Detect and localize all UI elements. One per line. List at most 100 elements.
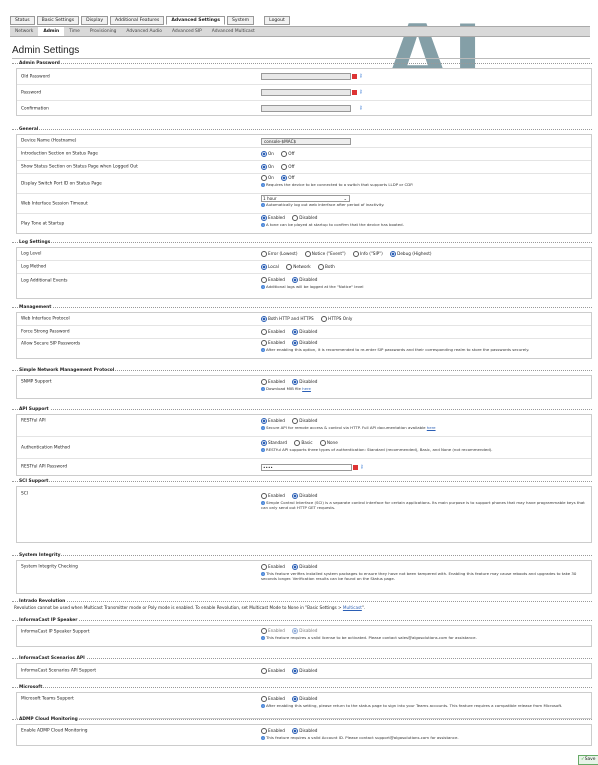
confirmation-input[interactable] — [261, 105, 351, 112]
ic-scenarios-enabled-radio[interactable]: Enabled — [261, 668, 285, 674]
secure-sip-note: i After enabling this option, it is recom… — [261, 347, 530, 353]
password-input[interactable] — [261, 89, 351, 96]
confirmation-label: Confirmation — [21, 106, 49, 111]
ic-speaker-row: InformaCast IP Speaker Support Enabled D… — [17, 626, 591, 646]
subtab-provisioning[interactable]: Provisioning — [85, 27, 122, 36]
intro-on-radio[interactable]: On — [261, 151, 274, 157]
key-icon[interactable]: ⚷ — [360, 465, 365, 470]
tab-logout[interactable]: Logout — [264, 16, 290, 25]
restful-enabled-radio[interactable]: Enabled — [261, 418, 285, 424]
auth-none-radio[interactable]: None — [319, 440, 338, 446]
tab-basic-settings[interactable]: Basic Settings — [36, 16, 80, 25]
auth-standard-radio[interactable]: Standard — [261, 440, 287, 446]
secure-sip-disabled-radio[interactable]: Disabled — [292, 340, 317, 346]
key-icon[interactable]: ⚷ — [359, 90, 364, 95]
tab-display[interactable]: Display — [81, 16, 109, 25]
title-divider — [12, 58, 590, 59]
tab-advanced-settings[interactable]: Advanced Settings — [166, 16, 225, 25]
api-docs-link[interactable]: here — [427, 425, 436, 430]
ic-speaker-disabled-radio[interactable]: Disabled — [292, 628, 317, 634]
key-icon[interactable]: ⚷ — [359, 74, 364, 79]
snmp-support-label: SNMP Support — [21, 379, 52, 385]
subtab-time[interactable]: Time — [64, 27, 85, 36]
protocol-https-radio[interactable]: HTTPS Only — [321, 316, 352, 322]
sci-label: SCI — [21, 491, 28, 497]
sci-disabled-radio[interactable]: Disabled — [292, 493, 317, 499]
tab-system[interactable]: System — [226, 16, 255, 25]
subtab-advanced-audio[interactable]: Advanced Audio — [121, 27, 167, 36]
strong-pw-disabled-radio[interactable]: Disabled — [292, 329, 317, 335]
integrity-disabled-radio[interactable]: Disabled — [292, 564, 317, 570]
auth-method-row: Authentication Method Standard Basic Non… — [17, 437, 591, 459]
page-title: Admin Settings — [12, 45, 80, 56]
log-additional-enabled-radio[interactable]: Enabled — [261, 277, 285, 283]
section-title: InformaCast Scenarios API — [18, 656, 86, 661]
log-level-label: Log Level — [21, 251, 42, 257]
snmp-disabled-radio[interactable]: Disabled — [292, 379, 317, 385]
show-password-icon[interactable] — [353, 465, 358, 470]
chevron-down-icon: ⌄ — [343, 196, 347, 201]
tone-enabled-radio[interactable]: Enabled — [261, 215, 285, 221]
admp-disabled-radio[interactable]: Disabled — [292, 728, 317, 734]
status-logged-out-label: Show Status Section on Status Page when … — [21, 164, 138, 170]
mib-download-link[interactable]: here — [302, 386, 311, 391]
key-icon[interactable]: ⚷ — [359, 106, 364, 111]
api-password-input[interactable]: •••• — [261, 464, 352, 471]
section-microsoft: Microsoft Microsoft Teams Support Enable… — [12, 685, 592, 719]
log-level-debug-radio[interactable]: Debug (Highest) — [390, 251, 432, 257]
section-informacast-scenarios: InformaCast Scenarios API InformaCast Sc… — [12, 656, 592, 679]
ic-scenarios-disabled-radio[interactable]: Disabled — [292, 668, 317, 674]
restful-disabled-radio[interactable]: Disabled — [292, 418, 317, 424]
sci-enabled-radio[interactable]: Enabled — [261, 493, 285, 499]
status-on-radio[interactable]: On — [261, 164, 274, 170]
intro-section-label: Introduction Section on Status Page — [21, 151, 98, 157]
switch-off-radio[interactable]: Off — [281, 175, 294, 181]
strong-password-row: Force Strong Password Enabled Disabled — [17, 326, 591, 339]
restful-api-label: RESTful API — [21, 418, 46, 424]
show-password-icon[interactable] — [352, 74, 357, 79]
strong-password-label: Force Strong Password — [21, 329, 70, 335]
snmp-enabled-radio[interactable]: Enabled — [261, 379, 285, 385]
device-name-input[interactable]: console-$MAC$ — [261, 138, 351, 145]
timeout-note: i Automatically log out web interface aft… — [261, 202, 385, 207]
ic-speaker-enabled-radio[interactable]: Enabled — [261, 628, 285, 634]
timeout-select[interactable]: 1 hour ⌄ — [261, 195, 350, 202]
log-method-both-radio[interactable]: Both — [318, 264, 335, 270]
log-additional-disabled-radio[interactable]: Disabled — [292, 277, 317, 283]
show-password-icon[interactable] — [352, 90, 357, 95]
device-name-label: Device Name (Hostname) — [21, 138, 77, 144]
auth-basic-radio[interactable]: Basic — [294, 440, 313, 446]
subtab-admin[interactable]: Admin — [38, 27, 65, 36]
intro-off-radio[interactable]: Off — [281, 151, 294, 157]
log-level-notice-radio[interactable]: Notice ("Event") — [304, 251, 346, 257]
section-title: Log Settings — [18, 240, 52, 245]
log-method-network-radio[interactable]: Network — [286, 264, 311, 270]
secure-sip-enabled-radio[interactable]: Enabled — [261, 340, 285, 346]
snmp-note: i Download MIB file here — [261, 386, 311, 392]
tab-additional-features[interactable]: Additional Features — [110, 16, 165, 25]
subtab-advanced-sip[interactable]: Advanced SIP — [167, 27, 207, 36]
subtab-network[interactable]: Network — [10, 27, 38, 36]
protocol-label: Web Interface Protocol — [21, 316, 70, 322]
section-title: System Integrity — [18, 553, 62, 558]
confirmation-row: Confirmation ⚷ — [17, 101, 591, 116]
multicast-link[interactable]: Multicast — [343, 605, 362, 610]
switch-port-note: i Requires the device to be connected to … — [261, 182, 414, 188]
subtab-advanced-multicast[interactable]: Advanced Multicast — [207, 27, 260, 36]
teams-enabled-radio[interactable]: Enabled — [261, 696, 285, 702]
teams-disabled-radio[interactable]: Disabled — [292, 696, 317, 702]
strong-pw-enabled-radio[interactable]: Enabled — [261, 329, 285, 335]
timeout-label: Web Interface Session Timeout — [21, 201, 88, 206]
status-off-radio[interactable]: Off — [281, 164, 294, 170]
switch-on-radio[interactable]: On — [261, 175, 274, 181]
tone-disabled-radio[interactable]: Disabled — [292, 215, 317, 221]
admp-enabled-radio[interactable]: Enabled — [261, 728, 285, 734]
integrity-enabled-radio[interactable]: Enabled — [261, 564, 285, 570]
log-method-local-radio[interactable]: Local — [261, 264, 279, 270]
protocol-both-radio[interactable]: Both HTTP and HTTPS — [261, 316, 314, 322]
save-button[interactable]: ✓Save — [578, 755, 598, 765]
log-level-error-radio[interactable]: Error (Lowest) — [261, 251, 297, 257]
tab-status[interactable]: Status — [10, 16, 35, 25]
old-password-input[interactable] — [261, 73, 351, 80]
log-level-info-radio[interactable]: Info ("SIP") — [352, 251, 383, 257]
